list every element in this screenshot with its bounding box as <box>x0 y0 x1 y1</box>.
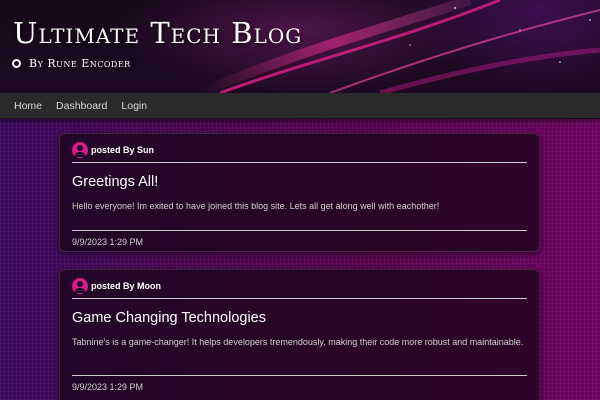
byline-text: By Rune Encoder <box>29 57 131 70</box>
post-date: 9/9/2023 1:29 PM <box>72 230 527 247</box>
top-navigation: Home Dashboard Login <box>0 93 600 119</box>
user-avatar-icon <box>72 142 88 158</box>
post-title[interactable]: Game Changing Technologies <box>72 310 527 326</box>
nav-dashboard-link[interactable]: Dashboard <box>56 100 107 112</box>
user-avatar-icon <box>72 278 88 294</box>
post-author: posted By Moon <box>91 281 161 291</box>
post-body: Hello everyone! Im exited to have joined… <box>72 201 440 211</box>
post-card[interactable]: posted By Moon Game Changing Technologie… <box>59 269 540 400</box>
post-date: 9/9/2023 1:29 PM <box>72 375 527 392</box>
nav-home-link[interactable]: Home <box>14 100 42 112</box>
post-author-row: posted By Moon <box>72 270 527 299</box>
post-title[interactable]: Greetings All! <box>72 174 527 190</box>
site-title: Ultimate Tech Blog <box>13 16 303 50</box>
post-card[interactable]: posted By Sun Greetings All! Hello every… <box>59 133 540 252</box>
github-icon[interactable] <box>12 59 21 68</box>
post-author-row: posted By Sun <box>72 134 527 163</box>
nav-login-link[interactable]: Login <box>121 100 147 112</box>
byline: By Rune Encoder <box>12 57 131 70</box>
post-body: Tabnine's is a game-changer! It helps de… <box>72 337 524 347</box>
site-header: Ultimate Tech Blog By Rune Encoder <box>0 0 600 93</box>
post-author: posted By Sun <box>91 145 155 155</box>
